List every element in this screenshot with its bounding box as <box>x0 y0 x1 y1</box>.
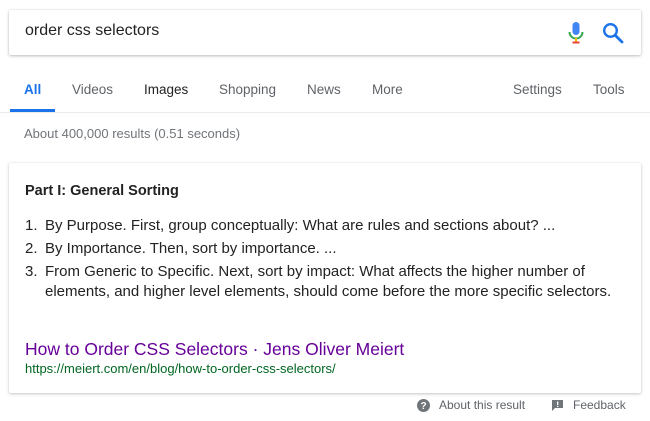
search-icon[interactable] <box>602 22 624 44</box>
list-item: 2. By Importance. Then, sort by importan… <box>25 239 625 259</box>
list-item-number: 3. <box>25 263 38 280</box>
feedback-label: Feedback <box>573 398 626 412</box>
result-title-link[interactable]: How to Order CSS Selectors · Jens Oliver… <box>25 339 404 360</box>
feedback-button[interactable]: Feedback <box>551 398 626 412</box>
tab-videos[interactable]: Videos <box>72 82 113 97</box>
feedback-icon <box>552 399 563 411</box>
tab-settings[interactable]: Settings <box>513 82 562 97</box>
tab-images[interactable]: Images <box>144 82 188 97</box>
tab-tools[interactable]: Tools <box>593 82 625 97</box>
featured-snippet-card: Part I: General Sorting 1. By Purpose. F… <box>9 163 641 393</box>
tab-news[interactable]: News <box>307 82 341 97</box>
snippet-heading: Part I: General Sorting <box>25 183 179 199</box>
snippet-list: 1. By Purpose. First, group conceptually… <box>25 216 625 305</box>
list-item-text: By Purpose. First, group conceptually: W… <box>45 217 556 234</box>
result-url: https://meiert.com/en/blog/how-to-order-… <box>25 361 336 376</box>
tab-shopping[interactable]: Shopping <box>219 82 276 97</box>
result-stats: About 400,000 results (0.51 seconds) <box>24 126 241 141</box>
list-item: 3. From Generic to Specific. Next, sort … <box>25 262 625 302</box>
tab-all[interactable]: All <box>24 82 41 97</box>
list-item-text: From Generic to Specific. Next, sort by … <box>45 263 612 300</box>
search-results-page: order css selectors All Videos Images Sh… <box>0 0 650 421</box>
list-item-number: 1. <box>25 217 38 234</box>
svg-text:?: ? <box>420 401 426 412</box>
about-this-result-button[interactable]: ? About this result <box>417 398 525 412</box>
list-item: 1. By Purpose. First, group conceptually… <box>25 216 625 236</box>
snippet-footer: ? About this result Feedback <box>0 398 650 416</box>
list-item-number: 2. <box>25 240 38 257</box>
search-input[interactable]: order css selectors <box>25 22 159 40</box>
list-item-text: By Importance. Then, sort by importance.… <box>45 240 337 257</box>
active-tab-indicator <box>10 109 55 112</box>
microphone-icon[interactable] <box>567 21 585 45</box>
tab-more[interactable]: More <box>372 82 403 97</box>
help-circle-icon: ? <box>417 398 430 412</box>
search-bar[interactable]: order css selectors <box>9 10 641 55</box>
search-tabs: All Videos Images Shopping News More Set… <box>0 73 650 113</box>
about-this-result-label: About this result <box>439 398 526 412</box>
